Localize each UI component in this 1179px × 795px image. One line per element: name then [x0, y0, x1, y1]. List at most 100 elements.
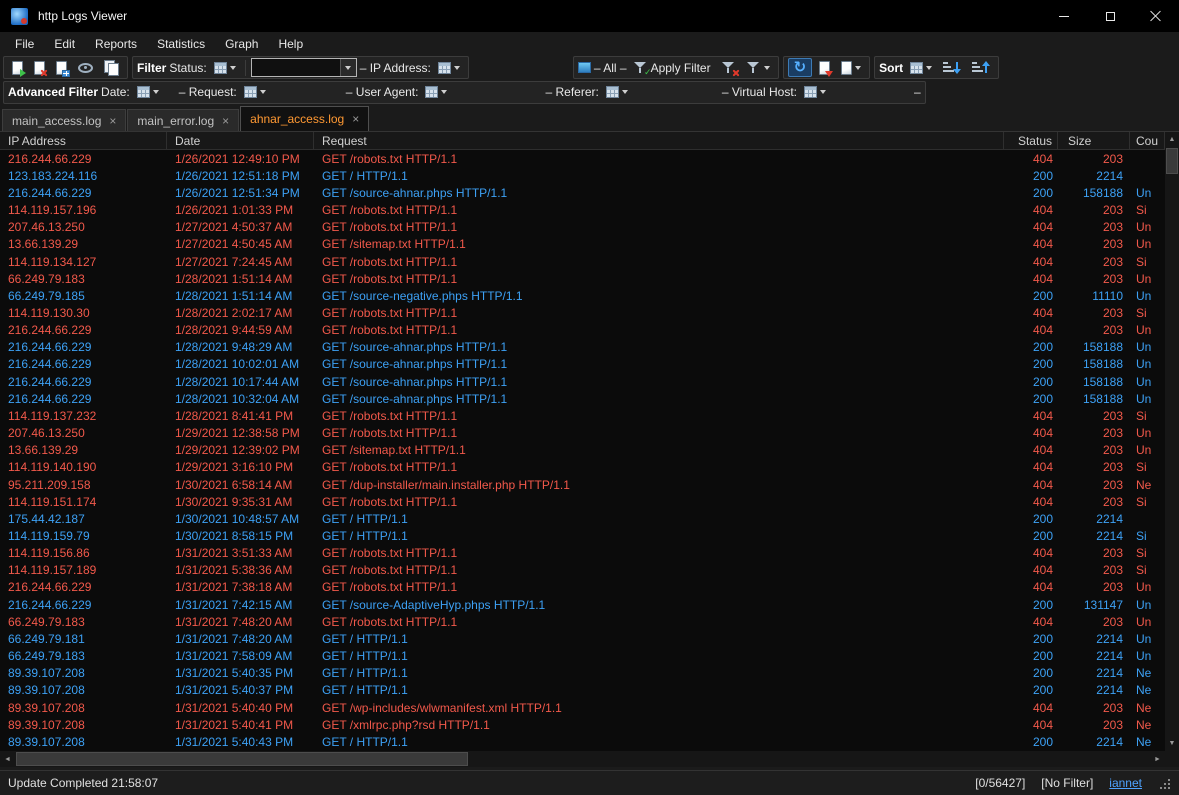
- import-log-button[interactable]: [52, 59, 71, 77]
- open-log-button[interactable]: [8, 59, 27, 77]
- table-row[interactable]: 114.119.130.301/28/2021 2:02:17 AMGET /r…: [0, 304, 1165, 321]
- resize-grip[interactable]: [1158, 777, 1171, 790]
- menu-item-reports[interactable]: Reports: [85, 34, 147, 54]
- table-row[interactable]: 216.244.66.2291/28/2021 10:32:04 AMGET /…: [0, 390, 1165, 407]
- table-row[interactable]: 207.46.13.2501/29/2021 12:38:58 PMGET /r…: [0, 425, 1165, 442]
- table-row[interactable]: 207.46.13.2501/27/2021 4:50:37 AMGET /ro…: [0, 219, 1165, 236]
- table-row[interactable]: 123.183.224.1161/26/2021 12:51:18 PMGET …: [0, 167, 1165, 184]
- sort-descending-button[interactable]: [968, 59, 994, 76]
- table-row[interactable]: 66.249.79.1811/31/2021 7:48:20 AMGET / H…: [0, 630, 1165, 647]
- column-header-request[interactable]: Request: [314, 132, 1004, 149]
- vertical-scrollbar-thumb[interactable]: [1166, 148, 1178, 174]
- scroll-right-button[interactable]: ►: [1150, 751, 1165, 767]
- tab-main_access-log[interactable]: main_access.log×: [2, 109, 126, 131]
- close-button[interactable]: [1133, 0, 1179, 32]
- column-header-status[interactable]: Status: [1004, 132, 1058, 149]
- table-row[interactable]: 89.39.107.2081/31/2021 5:40:35 PMGET / H…: [0, 665, 1165, 682]
- table-row[interactable]: 89.39.107.2081/31/2021 5:40:40 PMGET /wp…: [0, 699, 1165, 716]
- status-filter-combobox[interactable]: [251, 58, 357, 77]
- vertical-scrollbar[interactable]: ▲ ▼: [1165, 132, 1179, 751]
- menu-item-edit[interactable]: Edit: [44, 34, 85, 54]
- table-row[interactable]: 216.244.66.2291/28/2021 9:44:59 AMGET /r…: [0, 322, 1165, 339]
- tab-ahnar_access-log[interactable]: ahnar_access.log×: [240, 106, 369, 131]
- refresh-button[interactable]: ↻: [788, 58, 813, 77]
- menu-item-help[interactable]: Help: [268, 34, 313, 54]
- table-row[interactable]: 216.244.66.2291/31/2021 7:42:15 AMGET /s…: [0, 596, 1165, 613]
- table-row[interactable]: 114.119.151.1741/30/2021 9:35:31 AMGET /…: [0, 493, 1165, 510]
- table-row[interactable]: 216.244.66.2291/28/2021 9:48:29 AMGET /s…: [0, 339, 1165, 356]
- sort-column-button[interactable]: [906, 60, 936, 76]
- cell-ip: 114.119.151.174: [0, 495, 167, 509]
- horizontal-scrollbar[interactable]: ◄ ►: [0, 751, 1165, 767]
- table-row[interactable]: 114.119.140.1901/29/2021 3:16:10 PMGET /…: [0, 459, 1165, 476]
- maximize-button[interactable]: [1087, 0, 1133, 32]
- scroll-down-button[interactable]: ▼: [1165, 736, 1179, 751]
- ip-filter-button[interactable]: [434, 60, 464, 76]
- tab-main_error-log[interactable]: main_error.log×: [127, 109, 239, 131]
- caret-down-icon: [345, 66, 351, 70]
- table-row[interactable]: 114.119.137.2321/28/2021 8:41:41 PMGET /…: [0, 407, 1165, 424]
- column-header-size[interactable]: Size: [1058, 132, 1130, 149]
- table-row[interactable]: 216.244.66.2291/26/2021 12:51:34 PMGET /…: [0, 184, 1165, 201]
- filter-options-button[interactable]: [743, 59, 774, 76]
- apply-filter-button[interactable]: ✓ Apply Filter: [630, 59, 715, 77]
- status-filter-button[interactable]: [210, 60, 240, 76]
- table-row[interactable]: 89.39.107.2081/31/2021 5:40:41 PMGET /xm…: [0, 716, 1165, 733]
- watch-log-button[interactable]: [74, 61, 97, 75]
- open-multiple-button[interactable]: [100, 58, 123, 77]
- table-row[interactable]: 216.244.66.2291/31/2021 7:38:18 AMGET /r…: [0, 579, 1165, 596]
- scroll-up-button[interactable]: ▲: [1165, 132, 1179, 147]
- tab-close-icon[interactable]: ×: [109, 115, 116, 127]
- iannet-link[interactable]: iannet: [1109, 776, 1142, 790]
- date-filter-button[interactable]: [133, 84, 163, 100]
- table-row[interactable]: 95.211.209.1581/30/2021 6:58:14 AMGET /d…: [0, 476, 1165, 493]
- table-row[interactable]: 114.119.159.791/30/2021 8:58:15 PMGET / …: [0, 527, 1165, 544]
- app-icon: [11, 8, 28, 25]
- column-header-date[interactable]: Date: [167, 132, 314, 149]
- cell-status: 200: [1004, 512, 1058, 526]
- user-agent-filter-button[interactable]: [421, 84, 451, 100]
- funnel-icon: [747, 61, 761, 74]
- table-row[interactable]: 89.39.107.2081/31/2021 5:40:43 PMGET / H…: [0, 733, 1165, 750]
- tail-log-button[interactable]: [815, 59, 834, 77]
- menu-item-graph[interactable]: Graph: [215, 34, 268, 54]
- menu-item-statistics[interactable]: Statistics: [147, 34, 215, 54]
- minimize-button[interactable]: [1041, 0, 1087, 32]
- tab-close-icon[interactable]: ×: [222, 115, 229, 127]
- sort-ascending-button[interactable]: [939, 59, 965, 76]
- table-row[interactable]: 66.249.79.1831/31/2021 7:58:09 AMGET / H…: [0, 648, 1165, 665]
- combobox-dropdown-button[interactable]: [340, 59, 356, 76]
- table-row[interactable]: 66.249.79.1831/31/2021 7:48:20 AMGET /ro…: [0, 613, 1165, 630]
- referer-filter-button[interactable]: [602, 84, 632, 100]
- cell-status: 200: [1004, 289, 1058, 303]
- export-button[interactable]: [837, 59, 865, 77]
- table-row[interactable]: 89.39.107.2081/31/2021 5:40:37 PMGET / H…: [0, 682, 1165, 699]
- table-row[interactable]: 216.244.66.2291/28/2021 10:17:44 AMGET /…: [0, 373, 1165, 390]
- table-row[interactable]: 13.66.139.291/27/2021 4:50:45 AMGET /sit…: [0, 236, 1165, 253]
- close-log-button[interactable]: [30, 59, 49, 77]
- horizontal-scrollbar-thumb[interactable]: [16, 752, 468, 766]
- cell-size: 203: [1058, 306, 1130, 320]
- table-row[interactable]: 66.249.79.1831/28/2021 1:51:14 AMGET /ro…: [0, 270, 1165, 287]
- tab-close-icon[interactable]: ×: [352, 113, 359, 125]
- table-row[interactable]: 114.119.134.1271/27/2021 7:24:45 AMGET /…: [0, 253, 1165, 270]
- table-row[interactable]: 114.119.156.861/31/2021 3:51:33 AMGET /r…: [0, 545, 1165, 562]
- table-row[interactable]: 66.249.79.1851/28/2021 1:51:14 AMGET /so…: [0, 287, 1165, 304]
- virtual-host-filter-button[interactable]: [800, 84, 830, 100]
- cell-date: 1/29/2021 12:38:58 PM: [167, 426, 314, 440]
- table-row[interactable]: 216.244.66.2291/26/2021 12:49:10 PMGET /…: [0, 150, 1165, 167]
- table-row[interactable]: 13.66.139.291/29/2021 12:39:02 PMGET /si…: [0, 442, 1165, 459]
- table-row[interactable]: 114.119.157.1891/31/2021 5:38:36 AMGET /…: [0, 562, 1165, 579]
- scroll-left-button[interactable]: ◄: [0, 751, 15, 767]
- table-row[interactable]: 175.44.42.1871/30/2021 10:48:57 AMGET / …: [0, 510, 1165, 527]
- column-header-cou[interactable]: Cou: [1130, 132, 1165, 149]
- cell-size: 158188: [1058, 357, 1130, 371]
- request-filter-button[interactable]: [240, 84, 270, 100]
- clear-filter-button[interactable]: [718, 59, 740, 76]
- table-row[interactable]: 114.119.157.1961/26/2021 1:01:33 PMGET /…: [0, 201, 1165, 218]
- cell-ip: 114.119.157.189: [0, 563, 167, 577]
- column-header-ip-address[interactable]: IP Address: [0, 132, 167, 149]
- menu-item-file[interactable]: File: [5, 34, 44, 54]
- table-row[interactable]: 216.244.66.2291/28/2021 10:02:01 AMGET /…: [0, 356, 1165, 373]
- status-bar-right: [0/56427] [No Filter] iannet: [975, 776, 1171, 790]
